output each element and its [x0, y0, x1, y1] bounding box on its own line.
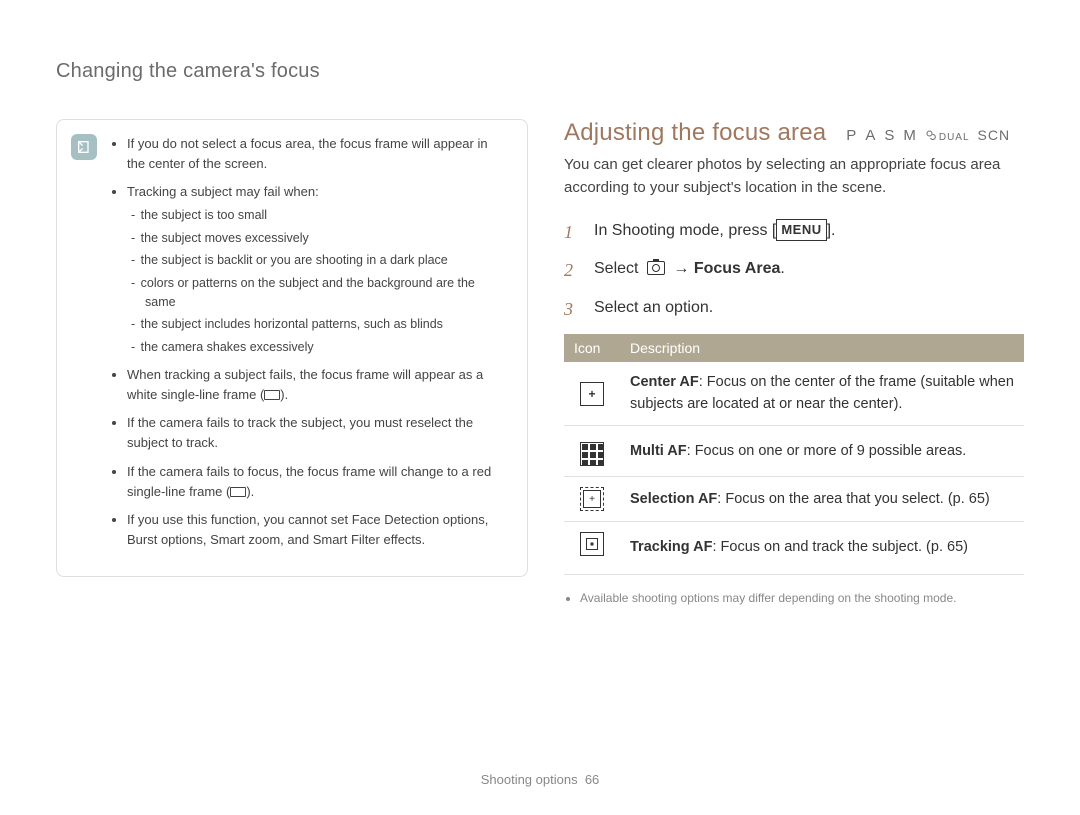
note-item: If the camera fails to track the subject… — [127, 413, 507, 453]
af-desc: : Focus on the area that you select. (p.… — [717, 491, 989, 507]
note-column: If you do not select a focus area, the f… — [56, 119, 528, 607]
af-table: Icon Description + Center AF: Focus on t… — [564, 334, 1024, 575]
af-name: Multi AF — [630, 443, 687, 459]
section-title: Adjusting the focus area — [564, 119, 826, 147]
mode-dual: DUAL — [925, 127, 970, 144]
steps: 1 In Shooting mode, press [MENU]. 2 Sele… — [564, 218, 1024, 324]
note-list: If you do not select a focus area, the f… — [113, 134, 507, 550]
note-icon — [71, 134, 97, 160]
manual-page: Changing the camera's focus If you do no… — [0, 0, 1080, 815]
frame-icon — [230, 487, 246, 497]
page-footer: Shooting options 66 — [0, 772, 1080, 787]
main-column: Adjusting the focus area P A S M DUAL SC… — [564, 119, 1024, 607]
center-af-icon: + — [580, 382, 604, 406]
step-text: In Shooting mode, press [MENU]. — [594, 218, 836, 247]
mode-strip: P A S M DUAL SCN — [846, 127, 1010, 144]
content-columns: If you do not select a focus area, the f… — [56, 119, 1024, 607]
table-row: + Center AF: Focus on the center of the … — [564, 362, 1024, 426]
table-row: Tracking AF: Focus on and track the subj… — [564, 522, 1024, 575]
tracking-af-icon — [580, 532, 604, 556]
camera-icon — [647, 261, 665, 275]
col-icon: Icon — [564, 334, 620, 362]
footer-page: 66 — [585, 772, 599, 787]
mode-p: P — [846, 127, 857, 144]
running-head: Changing the camera's focus — [56, 60, 1024, 83]
selection-af-icon: + — [580, 487, 604, 511]
note-item: When tracking a subject fails, the focus… — [127, 365, 507, 405]
menu-button-icon: MENU — [776, 219, 826, 242]
step-2: 2 Select → Focus Area. — [564, 256, 1024, 285]
mode-a: A — [865, 127, 876, 144]
note-box: If you do not select a focus area, the f… — [56, 119, 528, 577]
af-desc: : Focus on one or more of 9 possible are… — [687, 443, 967, 459]
frame-icon — [264, 390, 280, 400]
mode-scn: SCN — [978, 127, 1011, 143]
table-footnote: Available shooting options may differ de… — [564, 589, 1024, 607]
note-item: If you use this function, you cannot set… — [127, 510, 507, 550]
step-text: Select → Focus Area. — [594, 256, 785, 285]
note-item: If you do not select a focus area, the f… — [127, 134, 507, 174]
step-3: 3 Select an option. — [564, 295, 1024, 324]
step-number: 1 — [564, 218, 582, 247]
step-number: 3 — [564, 295, 582, 324]
note-sublist: the subject is too small the subject mov… — [127, 206, 507, 357]
footer-section: Shooting options — [481, 772, 578, 787]
af-name: Selection AF — [630, 491, 717, 507]
table-row: + Selection AF: Focus on the area that y… — [564, 477, 1024, 522]
dual-icon — [925, 127, 937, 144]
step-number: 2 — [564, 256, 582, 285]
multi-af-icon — [580, 442, 604, 466]
note-item: If the camera fails to focus, the focus … — [127, 462, 507, 502]
table-row: Multi AF: Focus on one or more of 9 poss… — [564, 426, 1024, 477]
section-head: Adjusting the focus area P A S M DUAL SC… — [564, 119, 1024, 147]
col-desc: Description — [620, 334, 1024, 362]
af-name: Tracking AF — [630, 539, 712, 555]
step-text: Select an option. — [594, 295, 713, 324]
af-name: Center AF — [630, 374, 699, 390]
note-item: Tracking a subject may fail when: the su… — [127, 182, 507, 357]
step-1: 1 In Shooting mode, press [MENU]. — [564, 218, 1024, 247]
mode-m: M — [903, 127, 917, 144]
section-intro: You can get clearer photos by selecting … — [564, 153, 1024, 200]
mode-s: S — [884, 127, 895, 144]
af-desc: : Focus on and track the subject. (p. 65… — [712, 539, 968, 555]
